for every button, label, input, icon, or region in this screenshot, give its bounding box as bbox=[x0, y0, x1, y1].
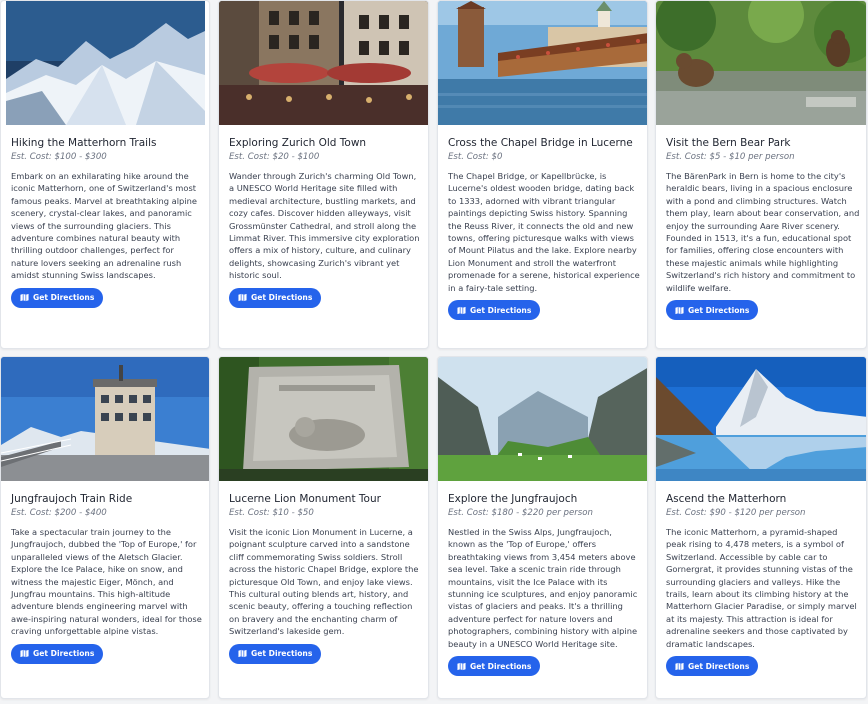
map-icon bbox=[675, 662, 684, 671]
attraction-photo bbox=[656, 357, 866, 481]
get-directions-button[interactable]: Get Directions bbox=[11, 287, 104, 308]
attraction-cost: Est. Cost: $90 - $120 per person bbox=[666, 508, 806, 518]
attraction-description: The BärenPark in Bern is home to the cit… bbox=[666, 171, 860, 293]
attraction-photo bbox=[438, 1, 647, 125]
attraction-card: Jungfraujoch Train Ride Est. Cost: $200 … bbox=[0, 356, 210, 699]
attraction-description: Take a spectacular train journey to the … bbox=[11, 527, 202, 637]
attraction-card: Lucerne Lion Monument Tour Est. Cost: $1… bbox=[218, 356, 429, 699]
attraction-title: Ascend the Matterhorn bbox=[666, 493, 787, 505]
get-directions-button[interactable]: Get Directions bbox=[229, 287, 322, 308]
map-icon bbox=[20, 649, 29, 658]
attraction-title: Exploring Zurich Old Town bbox=[229, 137, 367, 149]
attraction-title: Lucerne Lion Monument Tour bbox=[229, 493, 381, 505]
attraction-title: Visit the Bern Bear Park bbox=[666, 137, 791, 149]
map-icon bbox=[457, 306, 466, 315]
map-icon bbox=[457, 662, 466, 671]
get-directions-button[interactable]: Get Directions bbox=[666, 656, 759, 677]
attraction-cost: Est. Cost: $20 - $100 bbox=[229, 152, 320, 162]
attraction-cost: Est. Cost: $180 - $220 per person bbox=[448, 508, 593, 518]
get-directions-label: Get Directions bbox=[251, 293, 313, 303]
attraction-title: Hiking the Matterhorn Trails bbox=[11, 137, 157, 149]
get-directions-button[interactable]: Get Directions bbox=[229, 643, 322, 664]
attraction-photo bbox=[1, 357, 209, 481]
attractions-grid: Hiking the Matterhorn Trails Est. Cost: … bbox=[0, 0, 868, 704]
get-directions-label: Get Directions bbox=[688, 661, 750, 671]
attraction-photo bbox=[219, 1, 428, 125]
attraction-photo bbox=[219, 357, 428, 481]
attraction-card: Ascend the Matterhorn Est. Cost: $90 - $… bbox=[655, 356, 867, 699]
attraction-card: Cross the Chapel Bridge in Lucerne Est. … bbox=[437, 0, 648, 349]
attraction-cost: Est. Cost: $100 - $300 bbox=[11, 152, 107, 162]
attraction-description: Visit the iconic Lion Monument in Lucern… bbox=[229, 527, 419, 637]
attraction-card: Exploring Zurich Old Town Est. Cost: $20… bbox=[218, 0, 429, 349]
attraction-title: Cross the Chapel Bridge in Lucerne bbox=[448, 137, 633, 149]
get-directions-label: Get Directions bbox=[251, 649, 313, 659]
get-directions-button[interactable]: Get Directions bbox=[448, 300, 541, 321]
attraction-title: Explore the Jungfraujoch bbox=[448, 493, 578, 505]
attraction-description: The Chapel Bridge, or Kapellbrücke, is L… bbox=[448, 171, 640, 293]
get-directions-button[interactable]: Get Directions bbox=[666, 300, 759, 321]
get-directions-label: Get Directions bbox=[33, 649, 95, 659]
get-directions-button[interactable]: Get Directions bbox=[448, 656, 541, 677]
attraction-cost: Est. Cost: $5 - $10 per person bbox=[666, 152, 795, 162]
attraction-cost: Est. Cost: $0 bbox=[448, 152, 503, 162]
attraction-title: Jungfraujoch Train Ride bbox=[11, 493, 133, 505]
attraction-cost: Est. Cost: $200 - $400 bbox=[11, 508, 107, 518]
attraction-cost: Est. Cost: $10 - $50 bbox=[229, 508, 314, 518]
map-icon bbox=[238, 293, 247, 302]
get-directions-label: Get Directions bbox=[470, 305, 532, 315]
attraction-description: Embark on an exhilarating hike around th… bbox=[11, 171, 197, 281]
map-icon bbox=[675, 306, 684, 315]
attraction-description: Wander through Zurich's charming Old Tow… bbox=[229, 171, 420, 281]
attraction-photo bbox=[438, 357, 647, 481]
attraction-card: Visit the Bern Bear Park Est. Cost: $5 -… bbox=[655, 0, 867, 349]
attraction-photo bbox=[656, 1, 866, 125]
attraction-description: Nestled in the Swiss Alps, Jungfraujoch,… bbox=[448, 527, 638, 649]
map-icon bbox=[238, 649, 247, 658]
attraction-photo bbox=[6, 1, 205, 125]
attraction-description: The iconic Matterhorn, a pyramid-shaped … bbox=[666, 527, 857, 649]
get-directions-label: Get Directions bbox=[470, 661, 532, 671]
get-directions-button[interactable]: Get Directions bbox=[11, 643, 104, 664]
get-directions-label: Get Directions bbox=[688, 305, 750, 315]
get-directions-label: Get Directions bbox=[33, 293, 95, 303]
map-icon bbox=[20, 293, 29, 302]
attraction-card: Hiking the Matterhorn Trails Est. Cost: … bbox=[0, 0, 210, 349]
attraction-card: Explore the Jungfraujoch Est. Cost: $180… bbox=[437, 356, 648, 699]
